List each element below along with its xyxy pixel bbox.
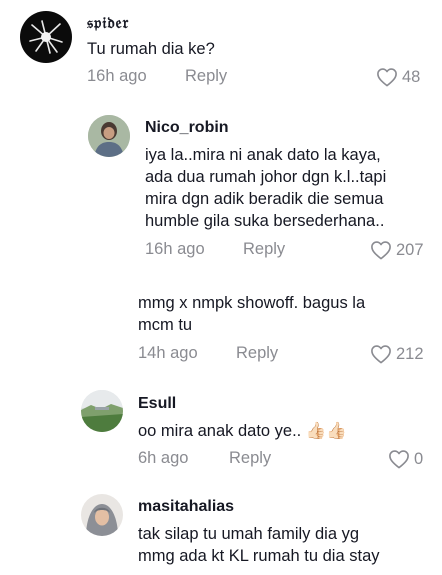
like-count: 48 — [402, 67, 421, 86]
comment-username[interactable]: 𝔰𝔭𝔦𝔡𝔢𝔯 — [87, 13, 129, 33]
heart-icon — [389, 450, 409, 469]
comment-username[interactable]: Nico_robin — [145, 119, 229, 137]
like-button[interactable]: 0 — [388, 449, 423, 469]
hijab-user-icon — [81, 494, 123, 536]
comment-timestamp: 16h ago — [145, 240, 205, 258]
like-button[interactable]: 212 — [370, 344, 424, 364]
reply-button[interactable]: Reply — [243, 240, 285, 259]
hijab-user-avatar[interactable] — [81, 494, 123, 536]
reply-button[interactable]: Reply — [229, 449, 271, 468]
like-button[interactable]: 48 — [376, 67, 420, 87]
heart-icon — [377, 68, 397, 87]
comment-text: iya la..mira ni anak dato la kaya, ada d… — [145, 146, 387, 230]
like-button[interactable]: 207 — [370, 240, 424, 260]
spider-icon — [29, 20, 63, 54]
comment-text: tak silap tu umah family dia yg mmg ada … — [138, 525, 380, 565]
heart-icon — [371, 345, 391, 364]
reply-button[interactable]: Reply — [185, 67, 227, 86]
comment-timestamp: 14h ago — [138, 344, 198, 362]
comment-timestamp: 16h ago — [87, 67, 147, 85]
comment-text: Tu rumah dia ke? — [87, 40, 215, 58]
user-photo-icon — [88, 115, 130, 157]
comment-timestamp: 6h ago — [138, 449, 189, 467]
spider-avatar[interactable] — [20, 11, 72, 63]
landscape-icon — [81, 390, 123, 432]
heart-icon — [371, 241, 391, 260]
comment-text: oo mira anak dato ye.. 👍🏻👍🏻 — [138, 422, 347, 440]
like-count: 207 — [396, 240, 424, 259]
landscape-avatar[interactable] — [81, 390, 123, 432]
like-count: 0 — [414, 449, 424, 468]
comment-text: mmg x nmpk showoff. bagus la mcm tu — [138, 294, 366, 334]
like-count: 212 — [396, 344, 424, 363]
reply-button[interactable]: Reply — [236, 344, 278, 363]
user-photo-avatar[interactable] — [88, 115, 130, 157]
comment-username[interactable]: masitahalias — [138, 498, 234, 516]
comment-username[interactable]: Esull — [138, 395, 176, 413]
